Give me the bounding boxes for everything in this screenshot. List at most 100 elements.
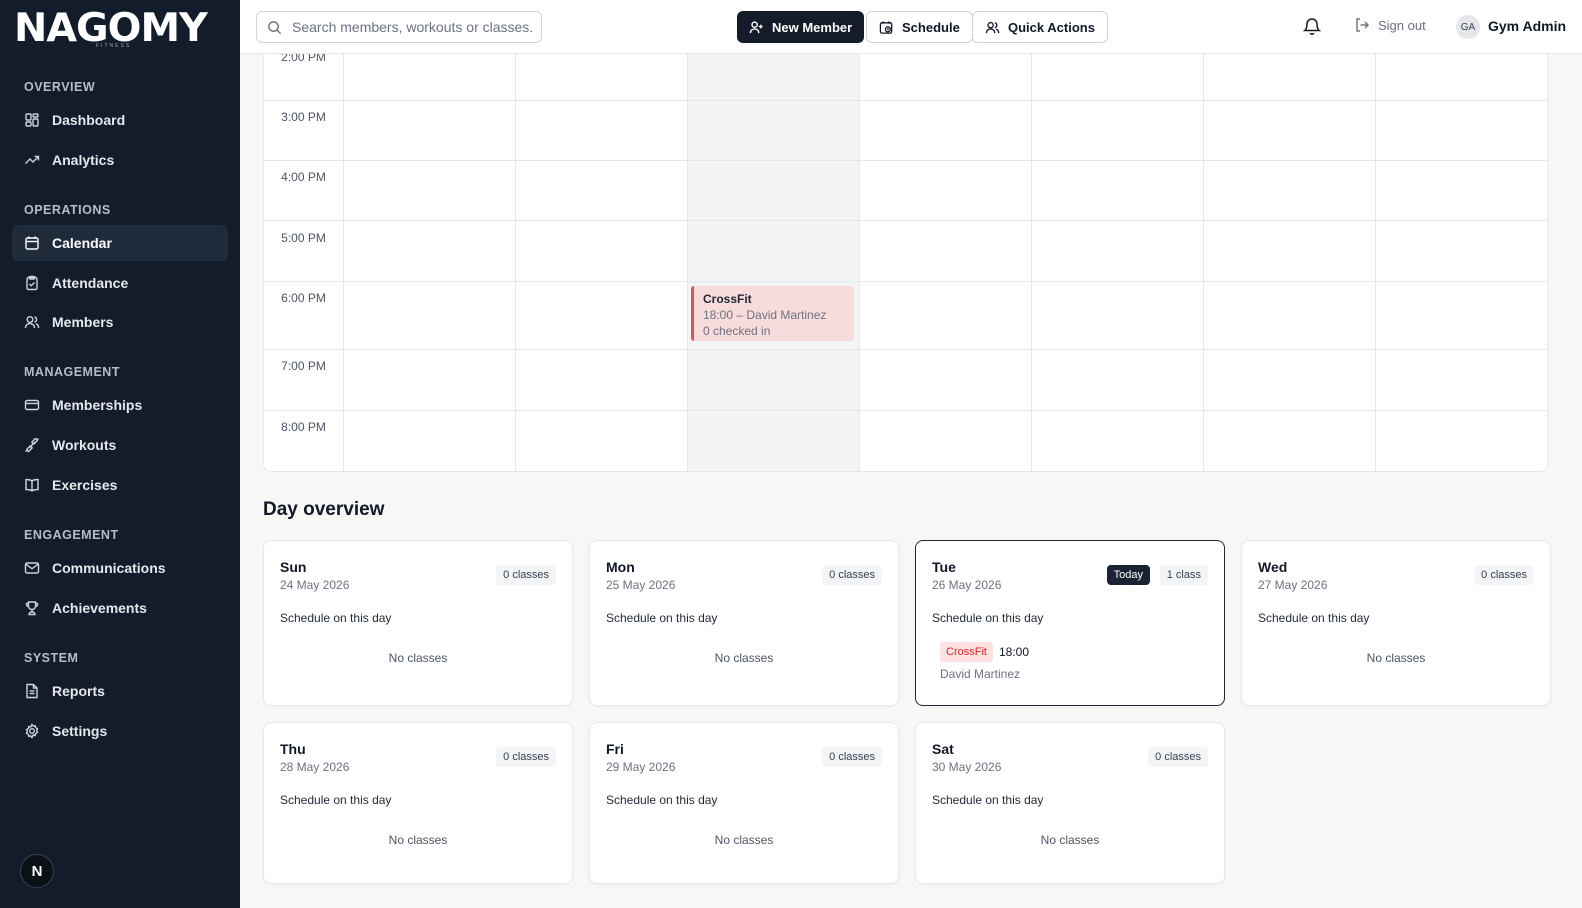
users-icon xyxy=(985,21,1000,33)
time-label: 2:00 PM xyxy=(281,54,326,64)
time-label: 7:00 PM xyxy=(281,359,326,373)
grid-line xyxy=(264,410,1547,411)
sidebar-item-exercises[interactable]: Exercises xyxy=(12,467,228,503)
schedule-label: Schedule on this day xyxy=(932,611,1044,625)
sidebar-item-label: Calendar xyxy=(52,235,112,251)
day-date: 25 May 2026 xyxy=(606,578,676,592)
no-classes-text: No classes xyxy=(388,651,448,665)
day-card-sat[interactable]: Sat 30 May 2026 0 classes Schedule on th… xyxy=(915,722,1225,884)
sidebar-item-members[interactable]: Members xyxy=(12,304,228,340)
section-engagement: ENGAGEMENT xyxy=(24,528,119,542)
new-member-label: New Member xyxy=(772,19,853,35)
sidebar-item-label: Exercises xyxy=(52,477,118,493)
day-date: 24 May 2026 xyxy=(280,578,350,592)
day-card-sun[interactable]: Sun 24 May 2026 0 classes Schedule on th… xyxy=(263,540,573,706)
no-classes-text: No classes xyxy=(1366,651,1426,665)
sidebar-item-workouts[interactable]: Workouts xyxy=(12,427,228,463)
schedule-button[interactable]: Schedule xyxy=(866,11,973,43)
section-overview: OVERVIEW xyxy=(24,80,96,94)
day-card-thu[interactable]: Thu 28 May 2026 0 classes Schedule on th… xyxy=(263,722,573,884)
day-card-mon[interactable]: Mon 25 May 2026 0 classes Schedule on th… xyxy=(589,540,899,706)
grid-line xyxy=(264,100,1547,101)
sign-out-button[interactable]: Sign out xyxy=(1354,17,1426,33)
report-icon xyxy=(26,683,38,699)
sidebar-item-calendar[interactable]: Calendar xyxy=(12,225,228,261)
day-name: Thu xyxy=(280,741,306,757)
book-icon xyxy=(25,478,39,492)
footer-avatar[interactable]: N xyxy=(20,854,54,888)
mail-icon xyxy=(24,562,40,574)
card-icon xyxy=(24,399,40,411)
event-time-coach: 18:00 – David Martinez xyxy=(703,308,827,322)
day-date: 26 May 2026 xyxy=(932,578,1002,592)
schedule-label: Schedule on this day xyxy=(932,793,1044,807)
schedule-label: Schedule on this day xyxy=(280,793,392,807)
event-checkins: 0 checked in xyxy=(703,324,771,338)
class-count-badge: 0 classes xyxy=(1148,747,1208,767)
grid-line xyxy=(264,349,1547,350)
sidebar-item-attendance[interactable]: Attendance xyxy=(12,265,228,301)
calendar-icon xyxy=(25,236,39,250)
class-tag[interactable]: CrossFit xyxy=(940,642,993,662)
calendar-event-crossfit[interactable]: CrossFit 18:00 – David Martinez 0 checke… xyxy=(691,286,854,341)
day-card-wed[interactable]: Wed 27 May 2026 0 classes Schedule on th… xyxy=(1241,540,1551,706)
sidebar-item-analytics[interactable]: Analytics xyxy=(12,142,228,178)
schedule-label: Schedule on this day xyxy=(606,793,718,807)
day-date: 30 May 2026 xyxy=(932,760,1002,774)
schedule-label: Schedule on this day xyxy=(1258,611,1370,625)
class-count-badge: 0 classes xyxy=(822,565,882,585)
section-management: MANAGEMENT xyxy=(24,365,120,379)
class-count-badge: 1 class xyxy=(1159,565,1208,585)
users-icon xyxy=(24,316,40,329)
user-avatar[interactable]: GA xyxy=(1456,15,1480,39)
sidebar-item-communications[interactable]: Communications xyxy=(12,550,228,586)
dashboard-icon xyxy=(25,113,39,127)
section-operations: OPERATIONS xyxy=(24,203,111,217)
class-coach: David Martinez xyxy=(940,667,1021,681)
sidebar-item-label: Dashboard xyxy=(52,112,126,128)
sidebar-item-achievements[interactable]: Achievements xyxy=(12,590,228,626)
grid-line xyxy=(264,160,1547,161)
search-input[interactable] xyxy=(292,19,532,35)
quick-actions-button[interactable]: Quick Actions xyxy=(972,11,1108,43)
time-label: 8:00 PM xyxy=(281,420,326,434)
sidebar-item-reports[interactable]: Reports xyxy=(12,673,228,709)
trend-icon xyxy=(25,155,40,164)
day-name: Sat xyxy=(932,741,954,757)
day-name: Sun xyxy=(280,559,307,575)
day-card-tue[interactable]: Tue 26 May 2026 Today 1 class Schedule o… xyxy=(915,540,1225,706)
time-label: 3:00 PM xyxy=(281,110,326,124)
schedule-label: Schedule on this day xyxy=(280,611,392,625)
new-member-button[interactable]: New Member xyxy=(737,11,865,43)
app-logo[interactable]: NAGOMY FITNESS xyxy=(14,9,226,49)
logo-wordmark: NAGOMY xyxy=(14,6,208,51)
clipboard-icon xyxy=(26,275,38,291)
sign-out-label: Sign out xyxy=(1378,17,1426,33)
calendar-clock-icon xyxy=(879,20,893,34)
class-count-badge: 0 classes xyxy=(822,747,882,767)
class-count-badge: 0 classes xyxy=(496,747,556,767)
day-date: 28 May 2026 xyxy=(280,760,350,774)
sidebar-item-label: Achievements xyxy=(52,600,147,616)
sidebar-item-label: Reports xyxy=(52,683,105,699)
today-badge: Today xyxy=(1106,565,1150,585)
sidebar-item-dashboard[interactable]: Dashboard xyxy=(12,102,228,138)
bell-icon[interactable] xyxy=(1302,16,1322,36)
day-name: Mon xyxy=(606,559,635,575)
no-classes-text: No classes xyxy=(1040,833,1100,847)
grid-line xyxy=(264,220,1547,221)
logo-subtitle: FITNESS xyxy=(96,43,132,49)
user-name[interactable]: Gym Admin xyxy=(1488,18,1566,34)
day-name: Tue xyxy=(932,559,956,575)
class-time: 18:00 xyxy=(999,645,1030,659)
time-label: 5:00 PM xyxy=(281,231,326,245)
time-label: 4:00 PM xyxy=(281,170,326,184)
gear-icon xyxy=(25,723,39,739)
no-classes-text: No classes xyxy=(714,833,774,847)
sidebar-item-memberships[interactable]: Memberships xyxy=(12,387,228,423)
day-card-fri[interactable]: Fri 29 May 2026 0 classes Schedule on th… xyxy=(589,722,899,884)
sidebar-item-settings[interactable]: Settings xyxy=(12,713,228,749)
search-box[interactable] xyxy=(256,11,542,43)
time-label: 6:00 PM xyxy=(281,291,326,305)
sidebar-item-label: Settings xyxy=(52,723,108,739)
